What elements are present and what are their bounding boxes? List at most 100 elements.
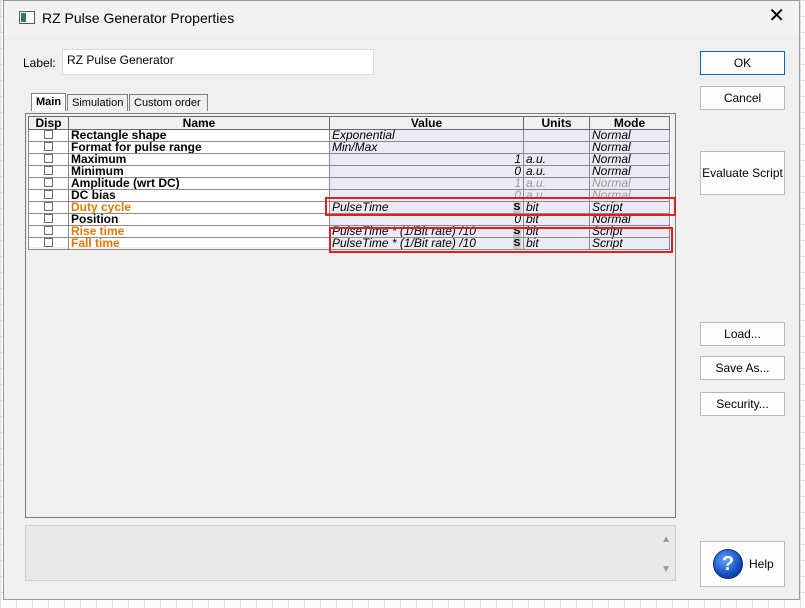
table-row[interactable]: Fall time PulseTime * (1/Bit rate) /10 Sbi… (28, 237, 670, 250)
row-units: a.u. (523, 165, 590, 178)
row-name: DC bias (68, 189, 330, 202)
row-disp-cell (28, 165, 69, 178)
col-header-units[interactable]: Units (523, 116, 590, 130)
row-value-wrap: 0 (332, 215, 521, 225)
scroll-up-icon[interactable]: ▲ (661, 534, 671, 545)
row-units: a.u. (523, 153, 590, 166)
row-mode[interactable]: Normal (589, 153, 670, 166)
table-row[interactable]: Format for pulse range Min/Max Normal (28, 141, 670, 154)
script-marker-icon[interactable]: S (513, 202, 521, 213)
row-value-wrap: PulseTime * (1/Bit rate) /10 S (332, 226, 521, 237)
display-checkbox[interactable] (44, 178, 53, 188)
row-value[interactable]: PulseTime * (1/Bit rate) /10 S (329, 237, 524, 250)
row-disp-cell (28, 237, 69, 250)
col-header-mode[interactable]: Mode (589, 116, 670, 130)
row-value-wrap: Min/Max (332, 141, 521, 154)
tab-main[interactable]: Main (31, 93, 66, 111)
row-value-wrap: Exponential (332, 129, 521, 142)
label-caption: Label: (23, 56, 56, 70)
display-checkbox[interactable] (44, 130, 53, 140)
row-value-text: 1 (514, 177, 521, 190)
row-value[interactable]: PulseTime * (1/Bit rate) /10 S (329, 225, 524, 238)
cancel-button[interactable]: Cancel (700, 86, 785, 110)
display-checkbox[interactable] (44, 214, 53, 224)
script-marker-icon[interactable]: S (513, 238, 521, 249)
script-marker-icon[interactable]: S (513, 226, 521, 237)
row-value-text: 0 (514, 189, 521, 202)
load-button[interactable]: Load... (700, 322, 785, 346)
table-row[interactable]: Rectangle shape Exponential Normal (28, 129, 670, 142)
row-name: Fall time (68, 237, 330, 250)
table-row[interactable]: Minimum 0 a.u. Normal (28, 165, 670, 178)
properties-grid-panel: Disp Name Value Units Mode Rectangle sha… (25, 113, 676, 518)
row-name: Minimum (68, 165, 330, 178)
row-value[interactable]: 0 (329, 213, 524, 226)
scroll-down-icon[interactable]: ▼ (661, 564, 671, 575)
properties-dialog: RZ Pulse Generator Properties ✕ Label: R… (3, 0, 800, 600)
table-row[interactable]: Amplitude (wrt DC) 1 a.u. Normal (28, 177, 670, 190)
row-disp-cell (28, 177, 69, 190)
col-header-name[interactable]: Name (68, 116, 330, 130)
display-checkbox[interactable] (44, 238, 53, 248)
table-row[interactable]: Duty cycle PulseTime Sbit Script (28, 201, 670, 214)
properties-grid: Disp Name Value Units Mode Rectangle sha… (28, 116, 671, 250)
row-value-wrap: PulseTime S (332, 202, 521, 213)
row-value[interactable]: Exponential (329, 129, 524, 142)
table-row[interactable]: Rise time PulseTime * (1/Bit rate) /10 Sbi… (28, 225, 670, 238)
row-units: bit (523, 201, 590, 214)
row-value-text: PulseTime * (1/Bit rate) /10 (332, 225, 476, 238)
row-value[interactable]: Min/Max (329, 141, 524, 154)
row-value-text: 0 (514, 165, 521, 178)
table-row[interactable]: Position 0 bit Normal (28, 213, 670, 226)
close-icon[interactable]: ✕ (768, 6, 785, 26)
row-value[interactable]: 1 (329, 177, 524, 190)
display-checkbox[interactable] (44, 202, 53, 212)
evaluate-script-button[interactable]: Evaluate Script (700, 151, 785, 195)
display-checkbox[interactable] (44, 142, 53, 152)
row-mode[interactable]: Normal (589, 177, 670, 190)
row-mode[interactable]: Script (589, 237, 670, 250)
label-input[interactable]: RZ Pulse Generator (62, 49, 374, 75)
table-row[interactable]: DC bias 0 a.u. Normal (28, 189, 670, 202)
row-value[interactable]: PulseTime S (329, 201, 524, 214)
row-value[interactable]: 0 (329, 189, 524, 202)
row-mode[interactable]: Normal (589, 213, 670, 226)
row-value-text: Min/Max (332, 141, 378, 154)
tab-custom-order[interactable]: Custom order (129, 94, 208, 111)
window-title: RZ Pulse Generator Properties (42, 10, 235, 26)
display-checkbox[interactable] (44, 154, 53, 164)
row-value-text: 1 (514, 153, 521, 166)
message-area: ▲ ▼ (25, 525, 676, 581)
display-checkbox[interactable] (44, 226, 53, 236)
display-checkbox[interactable] (44, 166, 53, 176)
row-value[interactable]: 0 (329, 165, 524, 178)
security-button[interactable]: Security... (700, 392, 785, 416)
row-value[interactable]: 1 (329, 153, 524, 166)
row-value-wrap: 0 (332, 165, 521, 178)
row-disp-cell (28, 225, 69, 238)
ok-button[interactable]: OK (700, 51, 785, 75)
row-mode[interactable]: Normal (589, 129, 670, 142)
row-value-wrap: PulseTime * (1/Bit rate) /10 S (332, 238, 521, 249)
row-mode[interactable]: Normal (589, 141, 670, 154)
display-checkbox[interactable] (44, 190, 53, 200)
table-row[interactable]: Maximum 1 a.u. Normal (28, 153, 670, 166)
row-value-text: Exponential (332, 129, 395, 142)
help-icon: ? (713, 549, 743, 579)
row-disp-cell (28, 189, 69, 202)
col-header-value[interactable]: Value (329, 116, 524, 130)
save-as-button[interactable]: Save As... (700, 356, 785, 380)
row-value-wrap: 0 (332, 189, 521, 202)
row-units: a.u. (523, 177, 590, 190)
tab-simulation[interactable]: Simulation (67, 94, 128, 111)
title-bar: RZ Pulse Generator Properties ✕ (4, 1, 799, 35)
row-units (523, 129, 590, 142)
row-mode[interactable]: Normal (589, 165, 670, 178)
row-mode[interactable]: Script (589, 201, 670, 214)
row-name: Position (68, 213, 330, 226)
row-mode[interactable]: Normal (589, 189, 670, 202)
row-disp-cell (28, 213, 69, 226)
col-header-disp[interactable]: Disp (28, 116, 69, 130)
row-mode[interactable]: Script (589, 225, 670, 238)
help-button[interactable]: ? Help (700, 541, 785, 587)
